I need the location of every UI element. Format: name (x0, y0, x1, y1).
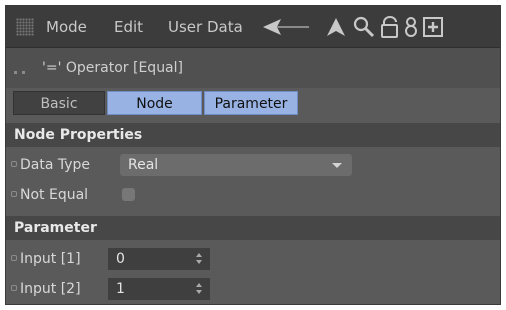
input2-field[interactable]: 1 (108, 278, 210, 300)
lock-icon[interactable] (378, 16, 402, 38)
tab-basic[interactable]: Basic (13, 91, 105, 115)
data-type-dropdown[interactable]: Real (120, 154, 352, 176)
input1-value: 0 (116, 251, 125, 267)
keyframe-dot-icon[interactable] (11, 255, 17, 261)
tab-parameter[interactable]: Parameter (204, 91, 298, 115)
tab-node[interactable]: Node (107, 91, 202, 115)
input2-row: Input [2] 1 (6, 274, 500, 304)
search-icon[interactable] (352, 16, 376, 38)
input2-label: Input [2] (20, 281, 81, 297)
attributes-panel: Mode Edit User Data '=' Operator [Equal]… (5, 5, 501, 305)
keyframe-dot-icon[interactable] (11, 161, 17, 167)
object-title-row: '=' Operator [Equal] (6, 48, 500, 88)
menu-bar: Mode Edit User Data (6, 6, 500, 48)
keyframe-dot-icon[interactable] (11, 191, 17, 197)
not-equal-label: Not Equal (20, 187, 89, 203)
title-dots-icon (14, 62, 30, 78)
data-type-value: Real (128, 157, 159, 173)
link-icon[interactable] (402, 16, 420, 38)
menu-mode[interactable]: Mode (46, 6, 87, 48)
input1-field[interactable]: 0 (108, 248, 210, 270)
cursor-up-icon[interactable] (324, 16, 348, 38)
keyframe-dot-icon[interactable] (11, 285, 17, 291)
stepper-icon[interactable] (196, 281, 204, 297)
back-arrow-icon[interactable] (261, 16, 313, 38)
chevron-down-icon (332, 163, 342, 168)
section-parameter[interactable]: Parameter (6, 216, 500, 240)
input1-label: Input [1] (20, 251, 81, 267)
input2-value: 1 (116, 281, 125, 297)
new-panel-icon[interactable] (422, 16, 444, 38)
menu-user-data[interactable]: User Data (168, 6, 246, 48)
not-equal-checkbox[interactable] (122, 188, 135, 201)
not-equal-row: Not Equal (6, 180, 500, 210)
stepper-icon[interactable] (196, 251, 204, 267)
input1-row: Input [1] 0 (6, 244, 500, 274)
menu-edit[interactable]: Edit (114, 6, 143, 48)
object-title: '=' Operator [Equal] (42, 60, 183, 76)
section-node-properties[interactable]: Node Properties (6, 123, 500, 147)
data-type-row: Data Type Real (6, 150, 500, 180)
grip-icon[interactable] (16, 18, 34, 36)
data-type-label: Data Type (20, 157, 91, 173)
